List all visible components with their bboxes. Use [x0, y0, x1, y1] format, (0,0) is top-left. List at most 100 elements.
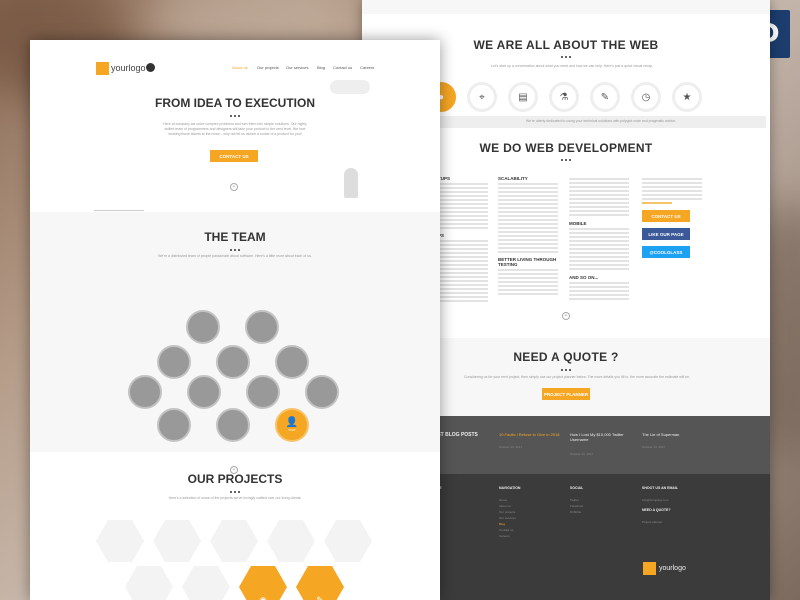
about-bar: We're utterly dedicated to using your te… — [436, 116, 766, 128]
dev-column-2: SCALABILITY BETTER LIVING THROUGH TESTIN… — [498, 176, 558, 297]
blog-post-title[interactable]: How I Lost My $10,000 Twitter Username — [570, 432, 632, 442]
project-tile[interactable] — [125, 566, 173, 600]
dev-column-3: MOBILE AND SO ON... — [569, 176, 629, 302]
project-tile-edit[interactable]: ✎ — [296, 566, 344, 600]
hero-text: Here at company we solve complex problem… — [163, 122, 307, 136]
nav-contact-us[interactable]: Contact us — [333, 65, 352, 70]
footer-nav-link[interactable]: Our projects — [499, 510, 515, 514]
project-tile[interactable] — [267, 520, 315, 562]
nav-our-projects[interactable]: Our projects — [257, 65, 279, 70]
team-member-avatar[interactable] — [216, 345, 250, 379]
footer-nav-link[interactable]: About us — [499, 504, 511, 508]
nav-blog[interactable]: Blog — [317, 65, 325, 70]
pen-icon[interactable]: ✎ — [590, 82, 620, 112]
nav-about-us[interactable]: About us — [232, 65, 248, 70]
column-heading: PS — [438, 233, 445, 238]
divider-dots — [30, 115, 440, 117]
nav-careers[interactable]: Careers — [360, 65, 374, 70]
vehicle-icon — [94, 202, 144, 211]
expand-icon[interactable]: + — [230, 183, 238, 191]
blog-post-date: October 24, 2017 — [642, 445, 666, 449]
footer-logo-square — [643, 562, 656, 575]
team-member-avatar[interactable] — [157, 345, 191, 379]
footer-nav-link[interactable]: Careers — [499, 534, 510, 538]
about-subtitle: Let's start up a conversation about what… — [490, 64, 654, 68]
logo-text[interactable]: yourlogo — [111, 63, 146, 73]
team-member-avatar[interactable] — [246, 375, 280, 409]
team-member-visit-label: VISIT — [288, 428, 296, 432]
blog-post-date: October 24, 2017 — [570, 452, 594, 456]
project-tile[interactable] — [153, 520, 201, 562]
column-heading: MOBILE — [569, 221, 587, 226]
footer-heading: NAVIGATION — [499, 486, 521, 490]
footer-heading: SHOOT US AN EMAIL — [642, 486, 679, 490]
blog-post-title[interactable]: The Lie of Superman — [642, 432, 679, 437]
team-section: THE TEAM We're a distributed team of peo… — [30, 212, 440, 474]
project-planner-button[interactable]: PROJECT PLANNER — [542, 388, 590, 400]
contact-us-button[interactable]: CONTACT US — [642, 210, 690, 222]
twitter-button[interactable]: @COOLGLASS — [642, 246, 690, 258]
team-member-avatar[interactable] — [245, 310, 279, 344]
expand-icon[interactable]: + — [562, 312, 570, 320]
column-heading: AND SO ON... — [569, 275, 599, 280]
blog-post-title[interactable]: 10 Faults I Refuse to Give in 2018 — [499, 432, 559, 437]
projects-section: OUR PROJECTS Here's a selection of some … — [30, 452, 440, 600]
footer-nav-link[interactable]: Blog — [499, 522, 505, 526]
back-topbar — [362, 0, 770, 14]
team-member-avatar[interactable] — [128, 375, 162, 409]
rocket-icon — [344, 168, 358, 198]
footer-social-link[interactable]: Facebook — [570, 504, 583, 508]
top-nav: yourlogo About us Our projects Our servi… — [30, 50, 440, 90]
projects-title: OUR PROJECTS — [187, 472, 283, 486]
project-tile[interactable] — [96, 520, 144, 562]
footer-nav-link[interactable]: Our services — [499, 516, 516, 520]
quote-subtitle: Considering us for your next project, th… — [464, 375, 690, 379]
hero-title: FROM IDEA TO EXECUTION — [154, 96, 315, 110]
team-member-avatar[interactable] — [157, 408, 191, 442]
footer-social-link[interactable]: Twitter — [570, 498, 579, 502]
dev-column-4: CONTACT US LIKE OUR PAGE @COOLGLASS — [642, 176, 702, 258]
front-page-mockup: yourlogo About us Our projects Our servi… — [30, 40, 440, 600]
team-member-avatar[interactable] — [216, 408, 250, 442]
star-icon[interactable]: ★ — [672, 82, 702, 112]
team-member-avatar[interactable] — [186, 310, 220, 344]
nav-our-services[interactable]: Our services — [286, 65, 308, 70]
divider-dots — [30, 249, 440, 251]
footer-social-link[interactable]: Dribbble — [570, 510, 581, 514]
footer-nav-link[interactable]: Home — [499, 498, 507, 502]
footer-heading: SOCIAL — [570, 486, 584, 490]
team-member-avatar-active[interactable]: 👤 VISIT — [275, 408, 309, 442]
footer-quote-heading: NEED A QUOTE? — [642, 508, 671, 512]
divider-dots — [30, 491, 440, 493]
stopwatch-icon[interactable]: ◷ — [631, 82, 661, 112]
pin-icon[interactable]: ⌖ — [467, 82, 497, 112]
footer-logo-text[interactable]: yourlogo — [659, 565, 686, 572]
eye-icon: ◉ — [259, 595, 267, 600]
team-subtitle: We're a distributed team of people passi… — [158, 254, 312, 258]
team-member-avatar[interactable] — [187, 375, 221, 409]
team-member-avatar[interactable] — [305, 375, 339, 409]
project-tile[interactable] — [210, 520, 258, 562]
about-bar-text: We're utterly dedicated to using your te… — [525, 119, 677, 123]
contact-us-button[interactable]: CONTACT US — [210, 150, 258, 162]
column-heading: SCALABILITY — [498, 176, 528, 181]
team-member-avatar[interactable] — [275, 345, 309, 379]
footer-email[interactable]: info@company.com — [642, 498, 668, 502]
blog-post-date: October 24, 2017 — [499, 445, 523, 449]
flask-icon[interactable]: ⚗ — [549, 82, 579, 112]
hero-section: FROM IDEA TO EXECUTION Here at company w… — [30, 80, 440, 212]
service-icon-row: ● ⌖ ▤ ⚗ ✎ ◷ ★ — [426, 82, 702, 112]
footer-quote-link[interactable]: Project planner — [642, 520, 662, 524]
project-tile[interactable] — [324, 520, 372, 562]
book-icon[interactable]: ▤ — [508, 82, 538, 112]
project-tile[interactable] — [182, 566, 230, 600]
column-heading: TUPS — [438, 176, 451, 181]
dev-column-1: TUPS PS — [438, 176, 488, 304]
footer-nav-link[interactable]: Contact us — [499, 528, 513, 532]
team-title: THE TEAM — [204, 230, 266, 244]
projects-subtitle: Here's a selection of some of the projec… — [168, 496, 302, 500]
edit-icon: ✎ — [316, 595, 324, 600]
logo-square — [96, 62, 109, 75]
project-tile-view[interactable]: ◉ — [239, 566, 287, 600]
like-page-button[interactable]: LIKE OUR PAGE — [642, 228, 690, 240]
